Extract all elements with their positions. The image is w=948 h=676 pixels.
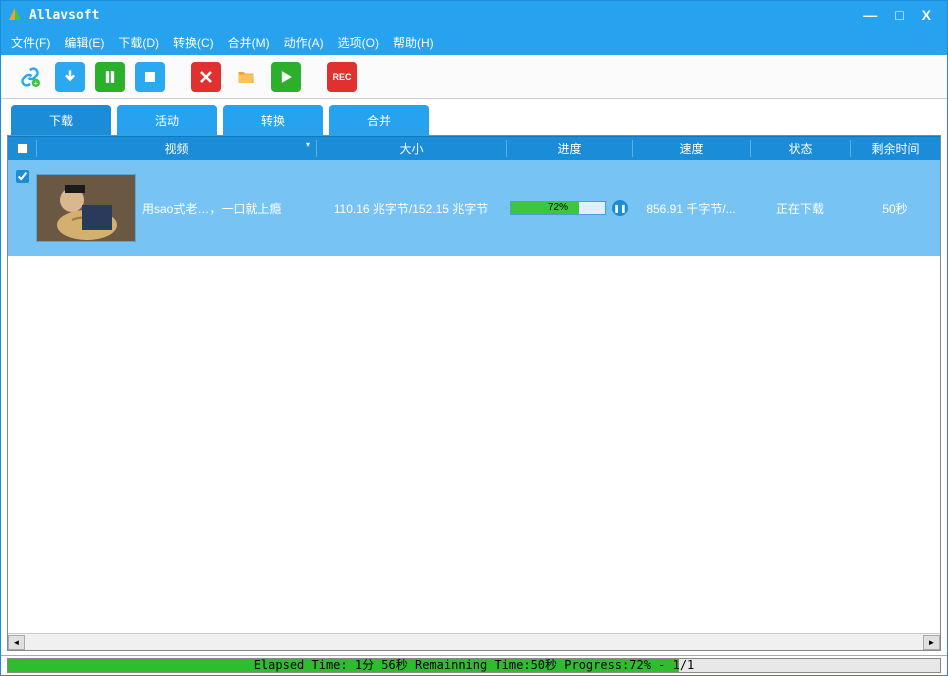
row-pause-button[interactable]: ❚❚: [612, 200, 628, 216]
col-video[interactable]: 视频▾: [36, 140, 316, 157]
open-folder-button[interactable]: [231, 62, 261, 92]
pause-button[interactable]: [95, 62, 125, 92]
record-button[interactable]: REC: [327, 62, 357, 92]
select-all-checkbox[interactable]: [17, 143, 28, 154]
row-time: 50秒: [850, 200, 940, 217]
tab-activity[interactable]: 活动: [117, 105, 217, 135]
menu-help[interactable]: 帮助(H): [393, 34, 434, 51]
scroll-left-icon[interactable]: ◄: [8, 635, 25, 650]
toolbar: + REC: [1, 55, 947, 99]
col-time[interactable]: 剩余时间: [850, 140, 940, 157]
download-row[interactable]: 用sao式老…，一口就上瘾 110.16 兆字节/152.15 兆字节 72% …: [8, 160, 940, 256]
progress-label: 72%: [511, 202, 605, 214]
menu-edit[interactable]: 编辑(E): [64, 34, 104, 51]
row-speed: 856.91 千字节/...: [632, 200, 750, 217]
stop-button[interactable]: [135, 62, 165, 92]
status-text: Elapsed Time: 1分 56秒 Remainning Time:50秒…: [8, 659, 940, 672]
download-button[interactable]: [55, 62, 85, 92]
chevron-down-icon: ▾: [306, 140, 310, 149]
empty-area: [8, 256, 940, 633]
download-list: 视频▾ 大小 进度 速度 状态 剩余时间 用sao式老…，一口就上瘾 110.1…: [7, 135, 941, 651]
horizontal-scrollbar[interactable]: ◄ ►: [8, 633, 940, 650]
video-thumbnail: [36, 174, 136, 242]
row-checkbox[interactable]: [16, 170, 29, 183]
row-size: 110.16 兆字节/152.15 兆字节: [316, 200, 506, 217]
title-bar: Allavsoft — □ X: [1, 1, 947, 29]
app-title: Allavsoft: [29, 8, 863, 23]
delete-button[interactable]: [191, 62, 221, 92]
status-bar: Elapsed Time: 1分 56秒 Remainning Time:50秒…: [1, 655, 947, 675]
tab-bar: 下载 活动 转换 合并: [1, 99, 947, 135]
overall-progress-bar: Elapsed Time: 1分 56秒 Remainning Time:50秒…: [7, 658, 941, 673]
col-size[interactable]: 大小: [316, 140, 506, 157]
col-speed[interactable]: 速度: [632, 140, 750, 157]
paste-url-button[interactable]: +: [15, 62, 45, 92]
menu-bar: 文件(F) 编辑(E) 下载(D) 转换(C) 合并(M) 动作(A) 选项(O…: [1, 29, 947, 55]
menu-options[interactable]: 选项(O): [338, 34, 379, 51]
tab-convert[interactable]: 转换: [223, 105, 323, 135]
minimize-button[interactable]: —: [863, 7, 877, 23]
scroll-right-icon[interactable]: ►: [923, 635, 940, 650]
play-button[interactable]: [271, 62, 301, 92]
menu-download[interactable]: 下载(D): [118, 34, 159, 51]
col-progress[interactable]: 进度: [506, 140, 632, 157]
tab-download[interactable]: 下载: [11, 105, 111, 135]
close-button[interactable]: X: [922, 7, 931, 23]
menu-action[interactable]: 动作(A): [284, 34, 324, 51]
menu-merge[interactable]: 合并(M): [228, 34, 270, 51]
menu-file[interactable]: 文件(F): [11, 34, 50, 51]
tab-merge[interactable]: 合并: [329, 105, 429, 135]
row-progress-bar: 72%: [510, 201, 606, 215]
row-status: 正在下载: [750, 200, 850, 217]
svg-text:+: +: [34, 78, 39, 87]
app-logo-icon: [7, 7, 23, 23]
column-header: 视频▾ 大小 进度 速度 状态 剩余时间: [8, 136, 940, 160]
col-status[interactable]: 状态: [750, 140, 850, 157]
menu-convert[interactable]: 转换(C): [173, 34, 214, 51]
video-title: 用sao式老…，一口就上瘾: [142, 200, 316, 217]
maximize-button[interactable]: □: [895, 7, 903, 23]
